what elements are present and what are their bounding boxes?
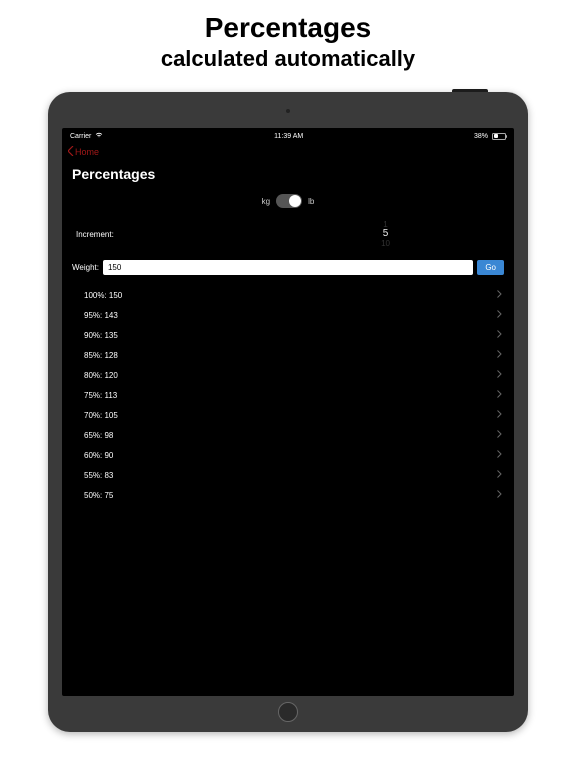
page-title: Percentages (62, 162, 514, 190)
unit-toggle[interactable] (276, 194, 302, 208)
result-text: 90%: 135 (84, 331, 118, 340)
status-time: 11:39 AM (274, 133, 303, 140)
carrier-label: Carrier (70, 133, 91, 140)
chevron-right-icon (497, 390, 502, 400)
unit-toggle-row: kg lb (62, 190, 514, 214)
weight-input[interactable] (103, 260, 473, 275)
result-row[interactable]: 65%: 98 (62, 425, 514, 445)
status-left: Carrier (70, 132, 103, 140)
result-row[interactable]: 95%: 143 (62, 305, 514, 325)
marketing-header: Percentages calculated automatically (0, 0, 576, 80)
nav-bar: Home (62, 142, 514, 162)
result-row[interactable]: 50%: 75 (62, 485, 514, 505)
chevron-right-icon (497, 490, 502, 500)
back-label: Home (75, 147, 99, 157)
result-row[interactable]: 60%: 90 (62, 445, 514, 465)
back-button[interactable]: Home (68, 146, 99, 158)
ipad-frame: Carrier 11:39 AM 38% Home Percentages kg (48, 92, 528, 732)
result-row[interactable]: 80%: 120 (62, 365, 514, 385)
chevron-right-icon (497, 430, 502, 440)
weight-row: Weight: Go (62, 254, 514, 281)
weight-label: Weight: (72, 263, 99, 272)
result-row[interactable]: 90%: 135 (62, 325, 514, 345)
chevron-right-icon (497, 290, 502, 300)
ipad-camera (286, 109, 290, 113)
result-text: 70%: 105 (84, 411, 118, 420)
result-row[interactable]: 85%: 128 (62, 345, 514, 365)
unit-lb-label: lb (308, 197, 314, 206)
chevron-right-icon (497, 350, 502, 360)
result-text: 100%: 150 (84, 291, 122, 300)
result-row[interactable]: 70%: 105 (62, 405, 514, 425)
chevron-right-icon (497, 370, 502, 380)
go-button[interactable]: Go (477, 260, 504, 275)
marketing-subtitle: calculated automatically (0, 46, 576, 72)
battery-pct-label: 38% (474, 133, 488, 140)
chevron-right-icon (497, 450, 502, 460)
screen: Carrier 11:39 AM 38% Home Percentages kg (62, 128, 514, 696)
result-text: 75%: 113 (84, 391, 117, 400)
increment-row: Increment: 1 5 10 (62, 214, 514, 254)
result-text: 60%: 90 (84, 451, 113, 460)
battery-icon (492, 133, 506, 140)
toggle-knob (289, 195, 301, 207)
result-row[interactable]: 75%: 113 (62, 385, 514, 405)
result-text: 80%: 120 (84, 371, 118, 380)
chevron-left-icon (68, 146, 74, 158)
result-text: 85%: 128 (84, 351, 118, 360)
result-text: 50%: 75 (84, 491, 113, 500)
wifi-icon (95, 132, 103, 140)
result-text: 55%: 83 (84, 471, 113, 480)
result-text: 95%: 143 (84, 311, 118, 320)
increment-label: Increment: (76, 230, 271, 239)
picker-option-below: 10 (271, 239, 500, 248)
unit-kg-label: kg (262, 197, 270, 206)
result-text: 65%: 98 (84, 431, 113, 440)
chevron-right-icon (497, 310, 502, 320)
result-row[interactable]: 55%: 83 (62, 465, 514, 485)
ipad-home-button[interactable] (278, 702, 298, 722)
chevron-right-icon (497, 410, 502, 420)
chevron-right-icon (497, 470, 502, 480)
results-list: 100%: 150 95%: 143 90%: 135 85%: 128 80%: 12… (62, 281, 514, 509)
picker-selected: 5 (271, 229, 500, 239)
result-row[interactable]: 100%: 150 (62, 285, 514, 305)
chevron-right-icon (497, 330, 502, 340)
ipad-power-button (452, 89, 488, 92)
status-bar: Carrier 11:39 AM 38% (62, 128, 514, 142)
status-right: 38% (474, 133, 506, 140)
increment-picker[interactable]: 1 5 10 (271, 220, 500, 248)
marketing-title: Percentages (0, 12, 576, 44)
